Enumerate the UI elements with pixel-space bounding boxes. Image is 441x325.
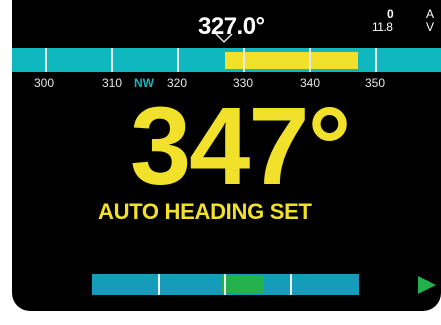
- rudder-tick: [290, 274, 292, 295]
- top-right-unit-2: V: [426, 20, 435, 34]
- scale-tick: [111, 48, 113, 72]
- top-right-value-2: 11.8: [372, 20, 393, 34]
- play-icon[interactable]: [417, 275, 437, 295]
- scale-label-300: 300: [33, 76, 55, 90]
- caret-down-icon: [215, 33, 233, 44]
- scale-tick: [45, 48, 47, 72]
- scale-label-350: 350: [364, 76, 386, 90]
- autopilot-screen: 327.0° 0 11.8 A V 300 310 NW 320 330 340…: [12, 0, 441, 311]
- scale-tick: [177, 48, 179, 72]
- top-right-value-1: 0: [387, 7, 394, 21]
- scale-label-310: 310: [101, 76, 123, 90]
- rudder-tick: [224, 274, 226, 295]
- mode-label: AUTO HEADING SET: [98, 199, 312, 224]
- rudder-indicator-bar: [92, 274, 359, 295]
- top-right-unit-1: A: [426, 7, 435, 21]
- scale-tick: [243, 48, 245, 72]
- rudder-position-marker: [222, 276, 264, 293]
- rudder-tick: [158, 274, 160, 295]
- scale-tick: [309, 48, 311, 72]
- set-heading-value: 347°: [130, 85, 352, 208]
- scale-tick: [375, 48, 377, 72]
- heading-scale-bar: [12, 48, 441, 72]
